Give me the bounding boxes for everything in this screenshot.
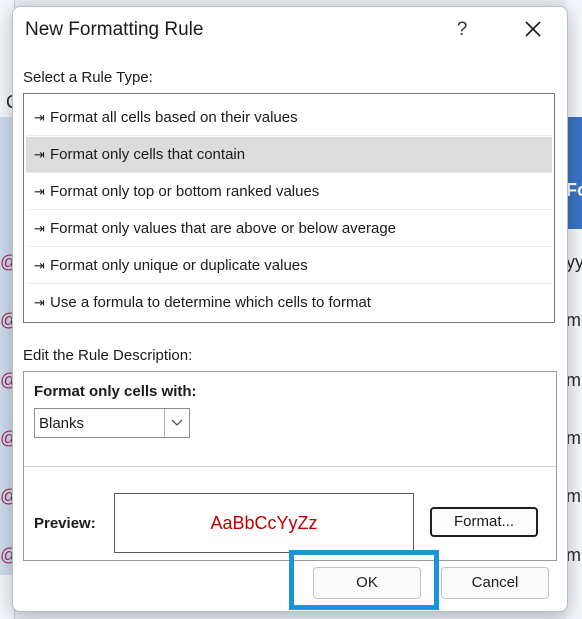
- close-button[interactable]: [513, 15, 553, 45]
- condition-value: Blanks: [39, 415, 85, 432]
- bg-text-fragment: m: [566, 428, 581, 448]
- preview-label: Preview:: [34, 515, 96, 532]
- rule-type-label-text: Format only unique or duplicate values: [50, 257, 308, 274]
- rule-type-item[interactable]: ⇥ Format only values that are above or b…: [26, 211, 552, 247]
- bg-text-fragment: Fo: [566, 180, 582, 200]
- arrow-icon: ⇥: [34, 258, 45, 273]
- cancel-button[interactable]: Cancel: [441, 567, 549, 599]
- rule-type-label: Select a Rule Type:: [23, 69, 153, 86]
- description-divider: [24, 466, 556, 467]
- bg-text-fragment: m: [566, 545, 581, 565]
- rule-type-label-text: Format all cells based on their values: [50, 109, 298, 126]
- rule-type-label-text: Format only cells that contain: [50, 146, 246, 163]
- arrow-icon: ⇥: [34, 221, 45, 236]
- preview-text: AaBbCcYyZz: [210, 513, 318, 533]
- format-button[interactable]: Format...: [430, 507, 538, 537]
- ok-button[interactable]: OK: [313, 567, 421, 599]
- rule-type-item[interactable]: ⇥ Format only unique or duplicate values: [26, 248, 552, 284]
- chevron-down-icon: [171, 419, 183, 426]
- spreadsheet-header-cell: [566, 117, 582, 229]
- rule-type-item[interactable]: ⇥ Format all cells based on their values: [26, 100, 552, 136]
- arrow-icon: ⇥: [34, 295, 45, 310]
- new-formatting-rule-dialog: New Formatting Rule ? Select a Rule Type…: [12, 6, 568, 612]
- rule-type-item-selected[interactable]: ⇥ Format only cells that contain: [26, 137, 552, 173]
- description-heading: Format only cells with:: [34, 383, 197, 400]
- help-button[interactable]: ?: [447, 15, 477, 45]
- description-label: Edit the Rule Description:: [23, 347, 193, 364]
- close-icon: [525, 21, 541, 37]
- dialog-title: New Formatting Rule: [25, 19, 204, 40]
- arrow-icon: ⇥: [34, 184, 45, 199]
- bg-text-fragment: m: [566, 310, 581, 330]
- bg-text-fragment: yy: [566, 252, 582, 272]
- rule-type-item[interactable]: ⇥ Use a formula to determine which cells…: [26, 285, 552, 321]
- arrow-icon: ⇥: [34, 110, 45, 125]
- rule-description-panel: Format only cells with: Blanks Preview: …: [23, 371, 557, 561]
- rule-type-list[interactable]: ⇥ Format all cells based on their values…: [23, 93, 555, 323]
- rule-type-item[interactable]: ⇥ Format only top or bottom ranked value…: [26, 174, 552, 210]
- dropdown-caret[interactable]: [164, 409, 189, 437]
- rule-type-label-text: Format only values that are above or bel…: [50, 220, 397, 237]
- arrow-icon: ⇥: [34, 147, 45, 162]
- bg-text-fragment: m: [566, 486, 581, 506]
- preview-box: AaBbCcYyZz: [114, 493, 414, 553]
- rule-type-label-text: Format only top or bottom ranked values: [50, 183, 320, 200]
- condition-dropdown[interactable]: Blanks: [34, 408, 190, 438]
- rule-type-label-text: Use a formula to determine which cells t…: [50, 294, 371, 311]
- bg-text-fragment: m: [566, 370, 581, 390]
